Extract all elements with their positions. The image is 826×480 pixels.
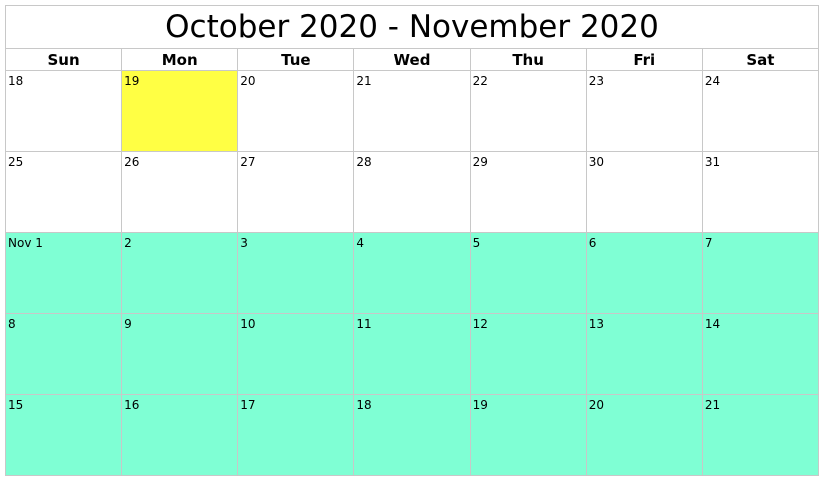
weekday-sun: Sun [4,48,123,71]
day-number: 7 [704,236,713,250]
day-number: 11 [356,317,372,331]
day-cell[interactable]: Nov 1 [4,232,123,314]
weekday-row: Sun Mon Tue Wed Thu Fri Sat [4,48,820,71]
day-number: 3 [240,236,248,250]
calendar-body: 18 19 20 21 22 23 24 25 26 27 28 29 30 31 Nov 12345678… [4,70,820,476]
day-cell[interactable]: 2 [121,232,239,314]
day-cell[interactable]: 13 [585,313,703,395]
day-number: 18 [356,398,372,412]
day-number: 19 [472,398,488,412]
day-number: 19 [124,74,140,88]
day-cell[interactable]: 23 [585,70,703,152]
day-cell[interactable]: 18 [353,394,471,476]
day-cell[interactable]: 18 [4,70,123,152]
day-number: 17 [240,398,256,412]
day-cell[interactable]: 30 [585,151,703,233]
day-cell[interactable]: 12 [469,313,587,395]
day-number: 26 [124,155,140,169]
week-row: 18 19 20 21 22 23 24 [4,70,820,152]
weekday-thu: Thu [469,48,587,71]
day-cell[interactable]: 19 [469,394,587,476]
day-number: 22 [472,74,488,88]
day-cell[interactable]: 26 [121,151,239,233]
day-number: 14 [704,317,721,331]
day-cell[interactable]: 31 [701,151,820,233]
week-row: Nov 1 2 3 4 5 6 7 [4,232,820,314]
day-number: 2 [124,236,132,250]
day-number: 6 [588,236,597,250]
day-number: 16 [124,398,140,412]
day-cell[interactable]: 5 [469,232,587,314]
day-number: 31 [704,155,721,169]
day-cell[interactable]: 28 [353,151,471,233]
day-number: 28 [356,155,372,169]
calendar-title: October 2020 - November 2020 [5,5,819,49]
day-number: 25 [8,155,24,169]
day-number: 30 [588,155,604,169]
day-cell[interactable]: 3 [237,232,355,314]
day-cell[interactable]: 24 [701,70,820,152]
day-number: 29 [472,155,488,169]
day-number: 18 [8,74,24,88]
day-number: 23 [588,74,604,88]
day-number: 20 [240,74,256,88]
weekday-tue: Tue [237,48,355,71]
day-number: 27 [240,155,256,169]
day-cell[interactable]: 4 [353,232,471,314]
day-cell[interactable]: 6 [585,232,703,314]
day-number: 24 [704,74,721,88]
day-cell[interactable]: 21 [353,70,471,152]
week-row: 25 26 27 28 29 30 31 [4,151,820,233]
calendar-grid: October 2020 - November 2020 Sun Mon Tue… [4,5,820,476]
day-number: 4 [356,236,365,250]
week-row: 8 9 10 11 12 13 14 [4,313,820,395]
day-cell[interactable]: 29 [469,151,587,233]
week-row: 15 16 17 18 19 20 21 [4,394,820,476]
day-cell[interactable]: 21 [701,394,820,476]
weekday-fri: Fri [585,48,703,71]
day-cell[interactable]: 7 [701,232,820,314]
day-cell[interactable]: 27 [237,151,355,233]
day-cell[interactable]: 22 [469,70,587,152]
day-number: Nov 1 [8,236,43,250]
day-cell[interactable]: 25 [4,151,123,233]
day-number: 10 [240,317,256,331]
day-cell[interactable]: 8 [4,313,123,395]
day-cell[interactable]: 14 [701,313,820,395]
day-number: 20 [588,398,604,412]
day-cell[interactable]: 10 [237,313,355,395]
day-cell-today[interactable]: 19 [121,70,239,152]
day-cell[interactable]: 20 [237,70,355,152]
day-number: 9 [124,317,132,331]
day-cell[interactable]: 16 [121,394,239,476]
day-number: 15 [8,398,24,412]
weekday-sat: Sat [701,48,820,71]
day-cell[interactable]: 11 [353,313,471,395]
day-number: 5 [472,236,481,250]
day-number: 21 [704,398,721,412]
day-cell[interactable]: 15 [4,394,123,476]
day-cell[interactable]: 20 [585,394,703,476]
weekday-wed: Wed [353,48,471,71]
day-number: 13 [588,317,604,331]
day-number: 21 [356,74,372,88]
calendar-header: October 2020 - November 2020 Sun Mon Tue… [4,5,820,71]
day-cell[interactable]: 17 [237,394,355,476]
title-row: October 2020 - November 2020 [5,5,819,49]
day-cell[interactable]: 9 [121,313,239,395]
day-number: 12 [472,317,488,331]
day-number: 8 [8,317,16,331]
weekday-mon: Mon [121,48,239,71]
